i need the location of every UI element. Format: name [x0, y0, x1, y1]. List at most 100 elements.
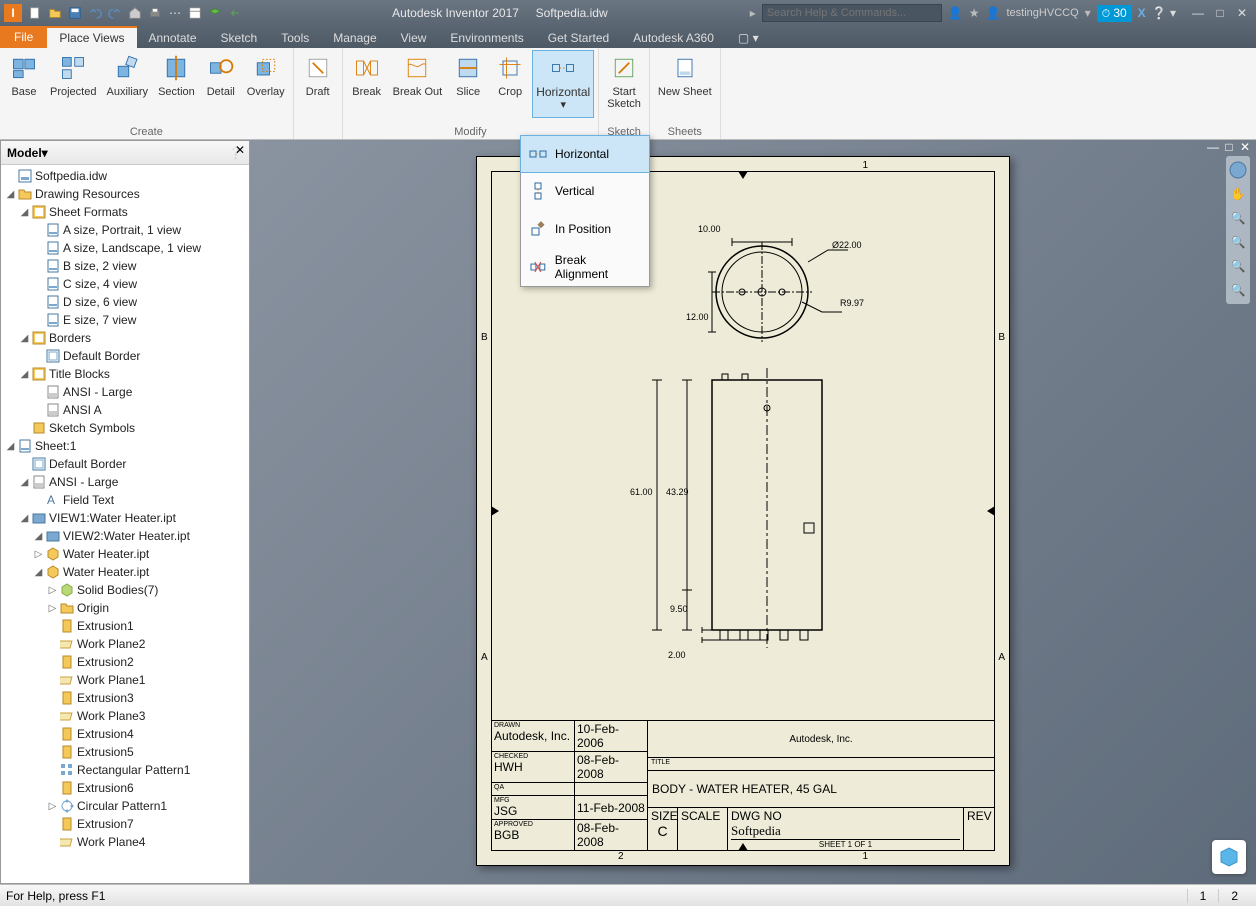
tab-environments[interactable]: Environments — [438, 26, 535, 48]
horizontal-button[interactable]: Horizontal▾ — [532, 50, 594, 118]
tree-node[interactable]: Work Plane4 — [3, 833, 247, 851]
new-icon[interactable] — [26, 4, 44, 22]
overlay-button[interactable]: Overlay — [243, 50, 289, 118]
tree-node[interactable]: ◢Borders — [3, 329, 247, 347]
tree-node[interactable]: Default Border — [3, 455, 247, 473]
tree-node[interactable]: Work Plane1 — [3, 671, 247, 689]
model-panel-header[interactable]: Model ▾❔ — [1, 141, 249, 165]
search-arrow-icon[interactable]: ▸ — [750, 6, 756, 20]
tree-node[interactable]: ▷Origin — [3, 599, 247, 617]
close-icon[interactable]: ✕ — [1232, 5, 1252, 21]
help-search-input[interactable] — [762, 4, 942, 22]
dd-break-alignment[interactable]: Break Alignment — [521, 248, 649, 286]
user-name[interactable]: testingHVCCQ — [1007, 7, 1079, 19]
tree-node[interactable]: B size, 2 view — [3, 257, 247, 275]
redo-icon[interactable] — [106, 4, 124, 22]
tab-sketch[interactable]: Sketch — [209, 26, 270, 48]
tree-node[interactable]: ▷Water Heater.ipt — [3, 545, 247, 563]
tree-node[interactable]: ANSI - Large — [3, 383, 247, 401]
tab-addins[interactable]: ▢ ▾ — [726, 26, 771, 48]
zoom-icon[interactable]: 🔍 — [1228, 208, 1248, 228]
start-sketch-button[interactable]: Start Sketch — [603, 50, 645, 118]
canvas-max-icon[interactable]: □ — [1222, 140, 1236, 154]
tree-node[interactable]: ◢ANSI - Large — [3, 473, 247, 491]
auxiliary-button[interactable]: Auxiliary — [102, 50, 152, 118]
save-icon[interactable] — [66, 4, 84, 22]
dd-in-position[interactable]: In Position — [521, 210, 649, 248]
tree-node[interactable]: Default Border — [3, 347, 247, 365]
search-go-icon[interactable]: 👤 — [948, 6, 963, 20]
pan-icon[interactable]: ✋ — [1228, 184, 1248, 204]
tree-node[interactable]: Extrusion1 — [3, 617, 247, 635]
open-icon[interactable] — [46, 4, 64, 22]
break-out-button[interactable]: Break Out — [389, 50, 447, 118]
share-icon[interactable] — [1212, 840, 1246, 874]
draft-button[interactable]: Draft — [298, 50, 338, 118]
tab-view[interactable]: View — [389, 26, 439, 48]
layers-icon[interactable] — [206, 4, 224, 22]
undo-icon[interactable] — [86, 4, 104, 22]
projected-button[interactable]: Projected — [46, 50, 100, 118]
viewcube-icon[interactable] — [1228, 160, 1248, 180]
notification-badge[interactable]: ⏱ 30 — [1097, 5, 1132, 22]
file-tab[interactable]: File — [0, 26, 47, 48]
tree-node[interactable]: Softpedia.idw — [3, 167, 247, 185]
star-icon[interactable]: ★ — [969, 6, 980, 20]
tree-node[interactable]: AField Text — [3, 491, 247, 509]
canvas-close-icon[interactable]: ✕ — [1238, 140, 1252, 154]
status-tab-2[interactable]: 2 — [1218, 889, 1250, 903]
status-tab-1[interactable]: 1 — [1187, 889, 1219, 903]
tree-node[interactable]: Sketch Symbols — [3, 419, 247, 437]
maximize-icon[interactable]: □ — [1210, 5, 1230, 21]
tree-node[interactable]: Work Plane2 — [3, 635, 247, 653]
new-sheet-button[interactable]: New Sheet — [654, 50, 716, 118]
break-button[interactable]: Break — [347, 50, 387, 118]
zoom-window-icon[interactable]: 🔍 — [1228, 232, 1248, 252]
tree-node[interactable]: Work Plane3 — [3, 707, 247, 725]
more-icon[interactable]: ⋯ — [166, 4, 184, 22]
model-tree[interactable]: Softpedia.idw◢Drawing Resources◢Sheet Fo… — [1, 165, 249, 883]
tree-node[interactable]: ◢Drawing Resources — [3, 185, 247, 203]
tree-node[interactable]: A size, Portrait, 1 view — [3, 221, 247, 239]
tree-node[interactable]: C size, 4 view — [3, 275, 247, 293]
tree-node[interactable]: Extrusion2 — [3, 653, 247, 671]
tree-node[interactable]: ◢Title Blocks — [3, 365, 247, 383]
tree-node[interactable]: Extrusion6 — [3, 779, 247, 797]
tree-node[interactable]: ◢Water Heater.ipt — [3, 563, 247, 581]
tree-node[interactable]: A size, Landscape, 1 view — [3, 239, 247, 257]
tab-manage[interactable]: Manage — [321, 26, 388, 48]
tree-node[interactable]: ANSI A — [3, 401, 247, 419]
tree-node[interactable]: ◢Sheet:1 — [3, 437, 247, 455]
print-icon[interactable] — [146, 4, 164, 22]
zoom-selected-icon[interactable]: 🔍 — [1228, 280, 1248, 300]
tab-get-started[interactable]: Get Started — [536, 26, 621, 48]
section-button[interactable]: Section — [154, 50, 199, 118]
zoom-all-icon[interactable]: 🔍 — [1228, 256, 1248, 276]
minimize-icon[interactable]: — — [1188, 5, 1208, 21]
base-button[interactable]: Base — [4, 50, 44, 118]
tab-tools[interactable]: Tools — [269, 26, 321, 48]
canvas-min-icon[interactable]: — — [1206, 140, 1220, 154]
dd-vertical[interactable]: Vertical — [521, 172, 649, 210]
properties-icon[interactable] — [186, 4, 204, 22]
tab-place-views[interactable]: Place Views — [47, 26, 136, 48]
tree-node[interactable]: ◢VIEW1:Water Heater.ipt — [3, 509, 247, 527]
help-icon[interactable]: ❔ ▾ — [1152, 6, 1176, 20]
exchange-icon[interactable]: X — [1138, 6, 1146, 20]
detail-button[interactable]: Detail — [201, 50, 241, 118]
tree-node[interactable]: D size, 6 view — [3, 293, 247, 311]
tree-node[interactable]: E size, 7 view — [3, 311, 247, 329]
tree-node[interactable]: ▷Circular Pattern1 — [3, 797, 247, 815]
slice-button[interactable]: Slice — [448, 50, 488, 118]
drawing-canvas[interactable]: — □ ✕ 2 1 2 1 B B A A — [250, 140, 1256, 884]
tree-node[interactable]: ◢Sheet Formats — [3, 203, 247, 221]
tab-annotate[interactable]: Annotate — [137, 26, 209, 48]
panel-close-icon[interactable]: ✕ — [231, 141, 249, 159]
tree-node[interactable]: Rectangular Pattern1 — [3, 761, 247, 779]
tree-node[interactable]: ◢VIEW2:Water Heater.ipt — [3, 527, 247, 545]
tab-a360[interactable]: Autodesk A360 — [621, 26, 726, 48]
tree-node[interactable]: Extrusion5 — [3, 743, 247, 761]
crop-button[interactable]: Crop — [490, 50, 530, 118]
tree-node[interactable]: Extrusion7 — [3, 815, 247, 833]
return-icon[interactable] — [226, 4, 244, 22]
